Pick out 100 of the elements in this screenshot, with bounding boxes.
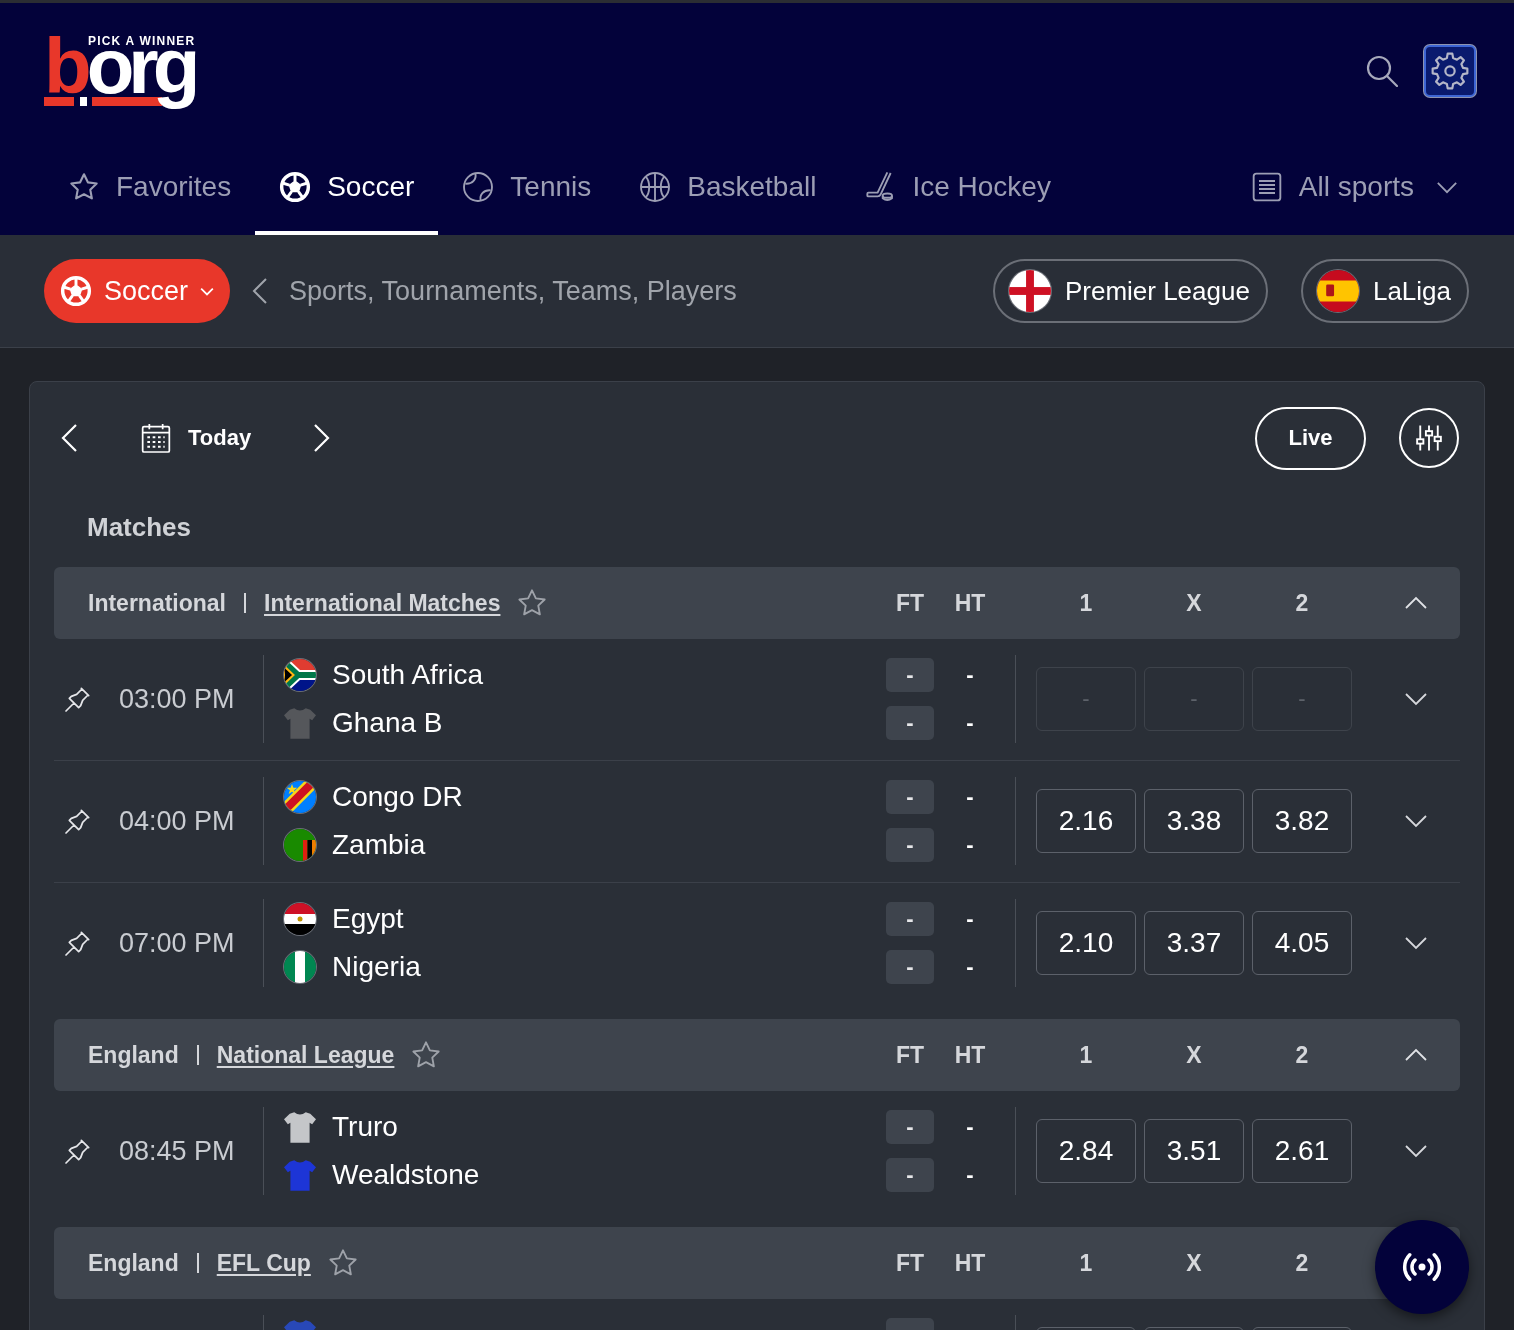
ft-score: - bbox=[886, 828, 934, 862]
country-label: England bbox=[88, 1041, 179, 1069]
column-header: X bbox=[1186, 1041, 1202, 1069]
team-name: Egypt bbox=[332, 902, 404, 936]
live-button[interactable]: Live bbox=[1255, 406, 1366, 470]
match-time: 07:00 PM bbox=[119, 927, 235, 959]
odds-button[interactable]: 2.10 bbox=[1036, 911, 1136, 975]
logo-letter[interactable]: b bbox=[44, 36, 87, 106]
column-header: 2 bbox=[1295, 589, 1309, 617]
sport-picker[interactable]: Soccer bbox=[44, 259, 231, 323]
ft-score: - bbox=[886, 902, 934, 936]
calendar-icon bbox=[140, 422, 172, 454]
ht-score: - bbox=[966, 710, 974, 736]
team-name: Ghana B bbox=[332, 706, 443, 740]
column-header: FT bbox=[895, 589, 925, 617]
ft-score: - bbox=[886, 658, 934, 692]
country-label: International bbox=[88, 589, 226, 617]
column-header: 1 bbox=[1079, 589, 1093, 617]
column-header: HT bbox=[954, 589, 986, 617]
soccer-ball-icon bbox=[279, 171, 312, 203]
list-icon bbox=[1250, 171, 1283, 203]
column-header: 2 bbox=[1295, 1249, 1309, 1277]
flag-icon bbox=[284, 829, 316, 861]
ht-score: - bbox=[966, 1114, 974, 1140]
chevron-down-icon[interactable] bbox=[1404, 1144, 1428, 1158]
ht-score: - bbox=[966, 906, 974, 932]
league-chip[interactable]: LaLiga bbox=[1300, 259, 1469, 323]
odds-button[interactable]: 2.61 bbox=[1252, 1119, 1352, 1183]
basketball-icon bbox=[639, 171, 672, 203]
team-name: Nigeria bbox=[332, 950, 421, 984]
all-sports-menu[interactable]: All sports bbox=[1250, 139, 1458, 235]
flag-icon bbox=[284, 659, 316, 691]
ht-score: - bbox=[966, 784, 974, 810]
flag-icon bbox=[284, 903, 316, 935]
match-time: 08:45 PM bbox=[119, 1135, 235, 1167]
sport-tab[interactable]: Favorites bbox=[44, 139, 256, 235]
settings-button[interactable] bbox=[1424, 45, 1476, 97]
country-label: England bbox=[88, 1249, 179, 1277]
flag-icon bbox=[284, 951, 316, 983]
logo-wordmark[interactable]: org bbox=[86, 51, 195, 110]
odds-button[interactable]: 3.38 bbox=[1144, 789, 1244, 853]
logo-tagline: PICK A WINNER bbox=[88, 35, 196, 48]
team-name: Wealdstone bbox=[332, 1158, 480, 1192]
ft-score: - bbox=[886, 706, 934, 740]
sport-tab[interactable]: Basketball bbox=[615, 139, 841, 235]
competition-link[interactable]: National League bbox=[216, 1041, 395, 1069]
column-header: X bbox=[1186, 1249, 1202, 1277]
odds-button[interactable]: 3.51 bbox=[1144, 1119, 1244, 1183]
chevron-up-icon[interactable] bbox=[1404, 596, 1428, 610]
date-picker[interactable]: Today bbox=[140, 422, 252, 454]
filter-button[interactable] bbox=[1399, 408, 1459, 468]
sport-tab[interactable]: Soccer bbox=[255, 139, 439, 235]
column-header: FT bbox=[895, 1249, 925, 1277]
competition-link[interactable]: International Matches bbox=[264, 589, 501, 617]
ht-score: - bbox=[966, 832, 974, 858]
sport-tab[interactable]: Ice Hockey bbox=[840, 139, 1075, 235]
team-name: Zambia bbox=[332, 828, 426, 862]
chevron-right-icon[interactable] bbox=[313, 423, 332, 453]
column-header: HT bbox=[954, 1249, 986, 1277]
sliders-icon bbox=[1414, 423, 1444, 453]
ht-score: - bbox=[966, 1162, 974, 1188]
search-field[interactable]: Sports, Tournaments, Teams, Players bbox=[289, 266, 960, 316]
match-time: 03:00 PM bbox=[119, 683, 235, 715]
ht-score: - bbox=[966, 954, 974, 980]
sport-tab[interactable]: Tennis bbox=[438, 139, 616, 235]
gear-icon bbox=[1430, 51, 1470, 91]
team-name: Congo DR bbox=[332, 780, 463, 814]
team-name: Truro bbox=[332, 1110, 398, 1144]
chevron-down-icon[interactable] bbox=[1404, 814, 1428, 828]
chevron-down-icon[interactable] bbox=[1404, 692, 1428, 706]
team-name: South Africa bbox=[332, 658, 483, 692]
match-time: 04:00 PM bbox=[119, 805, 235, 837]
odds-button[interactable]: 4.05 bbox=[1252, 911, 1352, 975]
tennis-ball-icon bbox=[462, 171, 495, 203]
ft-score: - bbox=[886, 1110, 934, 1144]
column-header: 1 bbox=[1079, 1041, 1093, 1069]
column-header: X bbox=[1186, 589, 1202, 617]
chevron-up-icon[interactable] bbox=[1404, 1048, 1428, 1062]
flag-icon bbox=[1316, 270, 1359, 312]
column-header: FT bbox=[895, 1041, 925, 1069]
chevron-down-icon[interactable] bbox=[1404, 936, 1428, 950]
ht-score: - bbox=[966, 662, 974, 688]
ft-score: - bbox=[886, 780, 934, 814]
odds-button[interactable]: 2.84 bbox=[1036, 1119, 1136, 1183]
ft-score: - bbox=[886, 950, 934, 984]
flag-icon bbox=[1008, 270, 1051, 312]
chevron-left-icon[interactable] bbox=[252, 277, 269, 305]
soccer-ball-icon bbox=[60, 275, 92, 307]
column-header: 1 bbox=[1079, 1249, 1093, 1277]
ft-score: - bbox=[886, 1158, 934, 1192]
column-header: 2 bbox=[1295, 1041, 1309, 1069]
competition-link[interactable]: EFL Cup bbox=[216, 1249, 311, 1277]
odds-button[interactable]: 2.16 bbox=[1036, 789, 1136, 853]
flag-icon bbox=[284, 781, 316, 813]
search-icon[interactable] bbox=[1366, 55, 1398, 87]
league-chip[interactable]: Premier League bbox=[992, 259, 1268, 323]
section-title: Matches bbox=[87, 512, 192, 542]
odds-button[interactable]: 3.37 bbox=[1144, 911, 1244, 975]
odds-button[interactable]: 3.82 bbox=[1252, 789, 1352, 853]
column-header: HT bbox=[954, 1041, 986, 1069]
